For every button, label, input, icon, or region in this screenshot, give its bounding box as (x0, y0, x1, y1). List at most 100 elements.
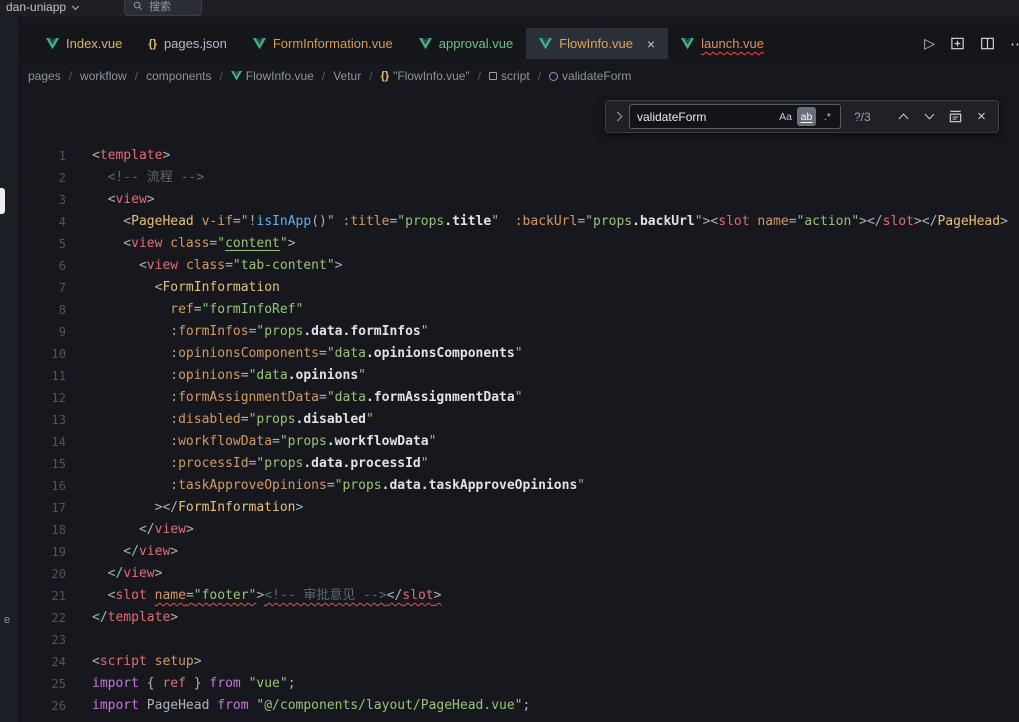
code-line[interactable]: 14 :workflowData="props.workflowData" (18, 431, 1019, 453)
editor-group: Index.vue {} pages.json FormInformation.… (18, 16, 1019, 722)
chevron-down-icon (72, 2, 79, 9)
line-number: 26 (18, 695, 66, 717)
braces-icon: {} (381, 70, 390, 82)
breadcrumb-separator: / (369, 69, 372, 83)
breadcrumb-item-flowinfo-symbol[interactable]: {} "FlowInfo.vue" (381, 69, 470, 83)
line-number: 21 (18, 585, 66, 607)
code-line[interactable]: 10 :opinionsComponents="data.opinionsCom… (18, 343, 1019, 365)
line-number: 15 (18, 453, 66, 475)
breadcrumb-label: validateForm (562, 69, 631, 83)
breadcrumb-label: "FlowInfo.vue" (393, 69, 470, 83)
line-number: 17 (18, 497, 66, 519)
breadcrumb-item-validateform[interactable]: validateForm (549, 69, 631, 83)
breadcrumb-label: FlowInfo.vue (246, 69, 314, 83)
clipped-text-fragment: e (4, 614, 10, 626)
code-editor[interactable]: validateForm Aa ab .* ?/3 × 1<template>2… (18, 93, 1019, 722)
tab-approval-vue[interactable]: approval.vue (406, 28, 526, 59)
line-number: 25 (18, 673, 66, 695)
split-editor-button[interactable] (980, 36, 995, 51)
code-line[interactable]: 15 :processId="props.data.processId" (18, 453, 1019, 475)
vue-icon (419, 38, 432, 50)
line-number: 14 (18, 431, 66, 453)
module-symbol-icon (489, 72, 497, 80)
breadcrumb-item-pages[interactable]: pages (28, 69, 61, 83)
code-line[interactable]: 23 (18, 629, 1019, 651)
close-icon[interactable]: × (647, 37, 655, 51)
line-number: 24 (18, 651, 66, 673)
find-results-count: ?/3 (854, 110, 878, 124)
editor-actions: ▷ ⋯ (914, 28, 1019, 59)
code-line[interactable]: 4 <PageHead v-if="!isInApp()" :title="pr… (18, 211, 1019, 233)
global-search-box[interactable]: 搜索 (124, 0, 202, 16)
find-in-selection-button[interactable] (945, 106, 966, 127)
tab-label: launch.vue (701, 36, 764, 51)
project-menu[interactable]: dan-uniapp (0, 0, 78, 14)
code-line[interactable]: 17 ></FormInformation> (18, 497, 1019, 519)
line-number: 16 (18, 475, 66, 497)
tab-label: pages.json (164, 36, 227, 51)
breadcrumb-separator: / (478, 69, 481, 83)
code-line[interactable]: 3 <view> (18, 189, 1019, 211)
code-line[interactable]: 21 <slot name="footer"><!-- 审批意见 --></sl… (18, 585, 1019, 607)
vue-icon (681, 38, 694, 50)
tab-label: FormInformation.vue (273, 36, 393, 51)
line-number: 22 (18, 607, 66, 629)
code-line[interactable]: 2 <!-- 流程 --> (18, 167, 1019, 189)
breadcrumb-label: script (501, 69, 530, 83)
breadcrumb-item-script[interactable]: script (489, 69, 530, 83)
toggle-replace-icon[interactable] (610, 101, 624, 132)
code-line[interactable]: 26import PageHead from "@/components/lay… (18, 695, 1019, 717)
code-line[interactable]: 12 :formAssignmentData="data.formAssignm… (18, 387, 1019, 409)
line-number: 10 (18, 343, 66, 365)
code-line[interactable]: 13 :disabled="props.disabled" (18, 409, 1019, 431)
code-line[interactable]: 7 <FormInformation (18, 277, 1019, 299)
code-line[interactable]: 22</template> (18, 607, 1019, 629)
find-previous-button[interactable] (893, 106, 914, 127)
code-line[interactable]: 5 <view class="content"> (18, 233, 1019, 255)
match-case-toggle[interactable]: Aa (776, 107, 795, 126)
tab-forminformation-vue[interactable]: FormInformation.vue (240, 28, 406, 59)
breadcrumb-separator: / (538, 69, 541, 83)
whole-word-label: ab (801, 111, 813, 123)
code-line[interactable]: 16 :taskApproveOpinions="props.data.task… (18, 475, 1019, 497)
breadcrumb-item-components[interactable]: components (146, 69, 211, 83)
find-next-button[interactable] (919, 106, 940, 127)
tab-launch-vue[interactable]: launch.vue (668, 28, 777, 59)
breadcrumb-item-vetur[interactable]: Vetur (333, 69, 361, 83)
code-line[interactable]: 25import { ref } from "vue"; (18, 673, 1019, 695)
line-number: 4 (18, 211, 66, 233)
run-button[interactable]: ▷ (924, 35, 935, 52)
find-widget: validateForm Aa ab .* ?/3 × (605, 100, 999, 133)
line-number: 7 (18, 277, 66, 299)
code-line[interactable]: 24<script setup> (18, 651, 1019, 673)
code-line[interactable]: 18 </view> (18, 519, 1019, 541)
close-find-button[interactable]: × (971, 106, 992, 127)
code-line[interactable]: 8 ref="formInfoRef" (18, 299, 1019, 321)
search-label: 搜索 (149, 0, 171, 14)
window-titlebar: dan-uniapp 搜索 (0, 0, 1019, 16)
open-changes-button[interactable] (950, 36, 965, 51)
code-line[interactable]: 9 :formInfos="props.data.formInfos" (18, 321, 1019, 343)
open-changes-icon (950, 36, 965, 51)
breadcrumb: pages / workflow / components / FlowInfo… (18, 59, 1019, 93)
active-file-indicator (0, 188, 5, 214)
method-symbol-icon (549, 72, 558, 81)
line-number: 8 (18, 299, 66, 321)
tab-flowinfo-vue[interactable]: FlowInfo.vue × (526, 28, 668, 59)
more-actions-button[interactable]: ⋯ (1010, 35, 1019, 53)
find-input[interactable]: validateForm Aa ab .* (629, 104, 841, 129)
tab-index-vue[interactable]: Index.vue (33, 28, 135, 59)
code-line[interactable]: 19 </view> (18, 541, 1019, 563)
code-line[interactable]: 6 <view class="tab-content"> (18, 255, 1019, 277)
whole-word-toggle[interactable]: ab (797, 107, 816, 126)
code-line[interactable]: 1<template> (18, 145, 1019, 167)
breadcrumb-item-flowinfo-file[interactable]: FlowInfo.vue (231, 69, 314, 83)
json-braces-icon: {} (148, 38, 157, 50)
code-line[interactable]: 20 </view> (18, 563, 1019, 585)
breadcrumb-separator: / (69, 69, 72, 83)
vue-icon (253, 38, 266, 50)
breadcrumb-item-workflow[interactable]: workflow (80, 69, 127, 83)
regex-toggle[interactable]: .* (818, 107, 837, 126)
tab-pages-json[interactable]: {} pages.json (135, 28, 239, 59)
code-line[interactable]: 11 :opinions="data.opinions" (18, 365, 1019, 387)
